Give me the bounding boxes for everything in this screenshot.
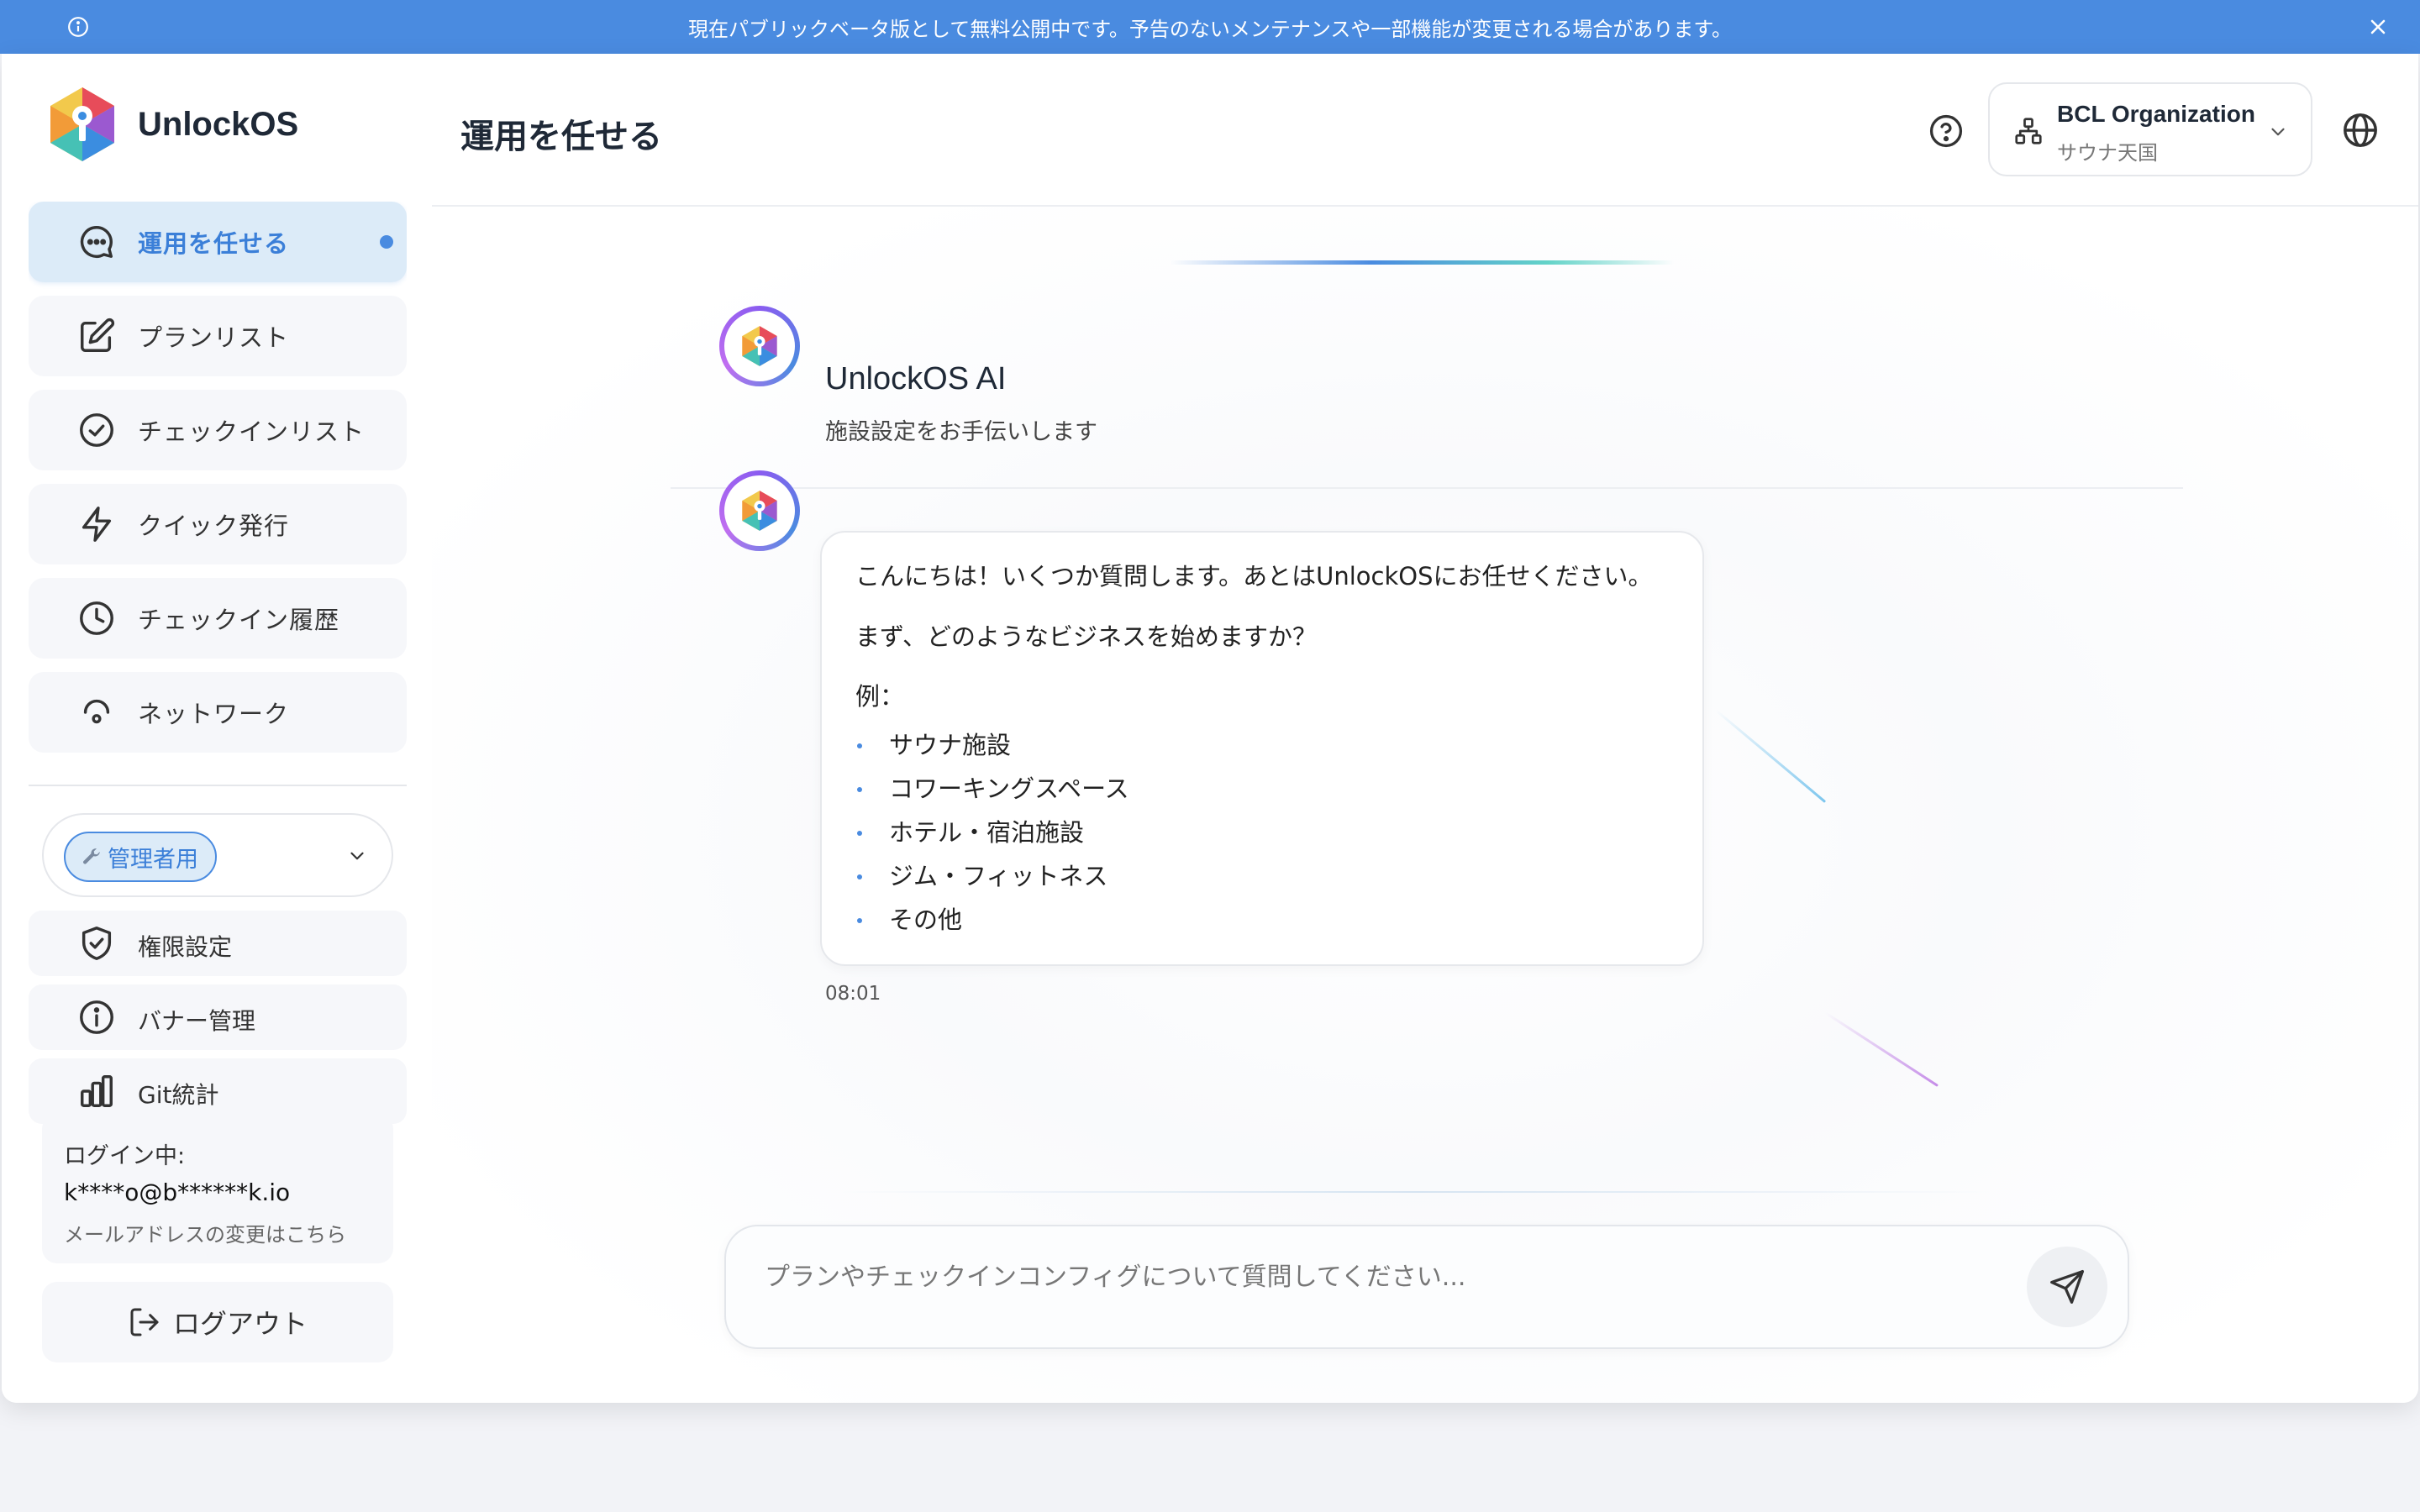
admin-label: 権限設定 [138,933,233,961]
admin-item-permissions[interactable]: 権限設定 [29,911,407,976]
nav-item-checkin-list[interactable]: チェックインリスト [29,390,407,470]
ai-avatar [719,306,800,386]
chat-input[interactable] [765,1255,1891,1299]
edit-icon [81,318,115,352]
clock-icon [80,601,113,635]
organization-name: BCL Organization [2057,101,2255,127]
globe-icon[interactable] [2341,111,2380,150]
page-title: 運用を任せる [460,118,662,156]
help-icon[interactable] [1928,113,1965,150]
message-text: こんにちは！いくつか質問します。あとはUnlockOSにお任せください。 [855,562,1653,591]
chevron-down-icon [2271,128,2285,136]
message-timestamp: 08:01 [825,983,881,1005]
main-nav: 運用を任せる プランリスト チェックインリスト クイック発行 チェックイン履歴 … [29,202,407,759]
app-window: UnlockOS 運用を任せる プランリスト チェックインリスト クイック発行 … [2,54,2418,1403]
message-text: まず、どのようなビジネスを始めますか？ [855,622,1317,651]
send-icon [2050,1270,2084,1304]
ai-name: UnlockOS AI [825,361,1007,396]
organization-icon [2015,118,2042,144]
bar-chart-icon [81,1075,113,1107]
header-divider [432,205,2418,207]
facility-name: サウナ天国 [2057,141,2158,165]
close-icon[interactable] [2366,15,2390,39]
info-circle-icon [80,1000,113,1034]
app-name: UnlockOS [138,105,299,143]
change-email-link[interactable]: メールアドレスの変更はこちら [64,1218,371,1247]
chat-input-container [724,1225,2129,1349]
nav-item-checkin-history[interactable]: チェックイン履歴 [29,578,407,659]
list-item: サウナ施設 [855,723,1669,767]
admin-label: Git統計 [138,1081,219,1109]
logout-label: ログアウト [172,1308,308,1340]
nav-label: クイック発行 [138,512,290,540]
unlockos-logo-icon [742,326,777,366]
unlockos-logo-icon [50,87,114,161]
logout-icon [130,1308,159,1336]
role-select[interactable]: 管理者用 [42,813,393,897]
nav-item-plan-list[interactable]: プランリスト [29,296,407,376]
wrench-icon [83,848,100,864]
chat-bubble-icon [80,226,113,258]
check-circle-icon [80,413,113,447]
chevron-down-icon [350,852,364,860]
nav-label: チェックイン履歴 [138,606,340,634]
login-email: k****o@b******k.io [64,1179,291,1206]
announcement-banner: 現在パブリックベータ版として無料公開中です。予告のないメンテナンスや一部機能が変… [0,0,2420,54]
nav-label: プランリスト [138,323,290,352]
ai-subtitle: 施設設定をお手伝いします [825,419,1097,445]
nav-item-quick-issue[interactable]: クイック発行 [29,484,407,564]
nav-label: ネットワーク [138,700,290,728]
role-badge: 管理者用 [64,832,217,882]
nav-item-delegate-operations[interactable]: 運用を任せる [29,202,407,282]
list-item: コワーキングスペース [855,767,1669,811]
logout-button[interactable]: ログアウト [42,1282,393,1362]
login-info: ログイン中: k****o@b******k.io メールアドレスの変更はこちら [42,1114,393,1263]
info-icon [68,17,88,37]
role-label: 管理者用 [108,846,198,873]
decorative-glow-line [1170,260,1674,265]
list-item: ジム・フィットネス [855,854,1669,898]
lightning-icon [82,507,112,542]
examples-label: 例： [855,682,905,711]
input-divider [839,1191,1990,1193]
active-indicator-dot [380,235,393,249]
unlockos-logo-icon [742,491,777,531]
shield-check-icon [82,927,112,960]
ai-message-bubble: こんにちは！いくつか質問します。あとはUnlockOSにお任せください。 まず、… [820,531,1704,966]
admin-item-banner-management[interactable]: バナー管理 [29,984,407,1050]
app-logo[interactable]: UnlockOS [47,86,298,163]
login-label: ログイン中: [64,1143,186,1169]
network-icon [83,699,110,724]
sidebar: UnlockOS 運用を任せる プランリスト チェックインリスト クイック発行 … [2,54,430,1403]
list-item: その他 [855,898,1669,942]
admin-label: バナー管理 [138,1007,256,1035]
organization-switcher[interactable]: BCL Organization サウナ天国 [1988,82,2312,176]
examples-list: サウナ施設 コワーキングスペース ホテル・宿泊施設 ジム・フィットネス その他 [855,723,1669,942]
nav-item-network[interactable]: ネットワーク [29,672,407,753]
list-item: ホテル・宿泊施設 [855,811,1669,854]
nav-label: 運用を任せる [138,229,290,258]
message-avatar [719,470,800,551]
nav-label: チェックインリスト [138,417,366,446]
sidebar-divider [29,785,407,786]
banner-message: 現在パブリックベータ版として無料公開中です。予告のないメンテナンスや一部機能が変… [688,17,1732,41]
send-button[interactable] [2027,1247,2107,1327]
intro-divider [671,487,2183,489]
